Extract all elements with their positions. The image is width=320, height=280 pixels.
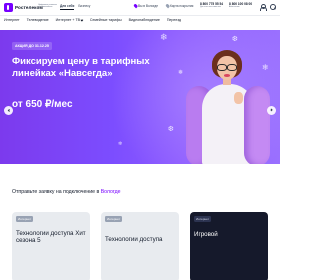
section-title: Отправьте заявку на подключение в Вологд… [12,189,120,195]
snowflake-icon: ❆ [232,35,238,43]
hand [234,92,243,104]
promo-badge: АКЦИЯ ДО 31.12.25 [12,42,52,50]
phone-caption: Для частных клиентов [200,6,221,9]
top-header: Ростелеком Цифровые решения для миллионо… [0,0,280,15]
nav-item-internet-tv[interactable]: Интернет + ТВ [55,18,84,22]
card-category-chip: Интернет [16,216,34,223]
main-nav: Интернет Телевидение Интернет + ТВ Семей… [4,18,181,22]
region-selector[interactable]: Вы в Вологде [133,3,159,9]
nav-item-video[interactable]: Видеонаблюдение [129,18,160,22]
glasses [217,64,237,71]
snowflake-icon: ❄ [118,141,123,147]
coverage-map-link[interactable]: Карта покрытия [165,3,194,9]
segment-tabs: Для себя Бизнесу [60,4,90,10]
hero-woman-image [186,48,270,164]
nav-label: Переезд [166,18,181,22]
search-icon[interactable] [269,3,276,10]
card-title: Игровой [194,231,218,238]
phone-subscribers[interactable]: 8 800 100 08 00 Абонентам [229,2,252,9]
city-link[interactable]: Вологде [101,189,121,195]
nav-label: Семейные тарифы [89,18,122,22]
hero-title: Фиксируем цену в тарифных линейках «Навс… [12,56,150,79]
tariff-cards: Интернет Технологии доступа Хит сезона 5… [12,212,268,280]
snowflake-icon: ❆ [168,125,174,133]
user-icon[interactable] [259,3,267,11]
hero-banner[interactable]: ❄ ❅ ❆ ❄ ❆ ❅ ❄ АКЦИЯ ДО 31.12.25 Фиксируе… [0,30,280,164]
carousel-next-button[interactable] [267,106,276,115]
card-title: Технологии доступа Хит сезона 5 [16,230,86,244]
hero-price: от 650 ₽/мес [12,99,73,110]
header-actions [259,3,276,11]
section-title-prefix: Отправьте заявку на подключение в [12,189,100,195]
nav-label: Видеонаблюдение [128,18,160,22]
coverage-map-label: Карта покрытия [170,4,194,8]
nav-label: Интернет + ТВ [55,18,81,22]
lips [224,74,230,77]
chevron-left-icon [7,108,11,113]
tab-business[interactable]: Бизнесу [78,4,90,10]
logo-icon [4,3,13,12]
card-title: Технологии доступа [105,236,163,243]
nav-item-tv[interactable]: Телевидение [27,18,49,22]
nav-label: Телевидение [26,18,49,22]
nav-item-internet[interactable]: Интернет [4,18,20,22]
tariff-card[interactable]: Интернет Технологии доступа Хит сезона 5 [12,212,90,280]
fur-coat-right [244,86,270,164]
tariff-card[interactable]: Интернет Игровой [190,212,268,280]
snowflake-icon: ❅ [178,69,184,76]
region-label: Вы в Вологде [138,4,159,8]
header-divider [0,15,280,16]
phone-caption: Абонентам [229,6,240,9]
card-category-chip: Интернет [194,216,212,223]
chevron-right-icon [269,108,273,113]
carousel-prev-button[interactable] [4,106,13,115]
nav-item-family[interactable]: Семейные тарифы [90,18,122,22]
card-category-chip: Интернет [105,216,123,223]
phone-numbers: 8 800 775 55 54 Для частных клиентов 8 8… [200,2,252,9]
chevron-down-icon [80,18,84,21]
snowflake-icon: ❄ [160,33,168,43]
nav-label: Интернет [4,18,20,22]
nav-item-moving[interactable]: Переезд [167,18,181,22]
tagline: Цифровые решения для миллионов [38,3,57,8]
tab-personal[interactable]: Для себя [60,4,75,10]
tariff-card[interactable]: Интернет Технологии доступа [101,212,179,280]
phone-private[interactable]: 8 800 775 55 54 Для частных клиентов [200,2,223,9]
